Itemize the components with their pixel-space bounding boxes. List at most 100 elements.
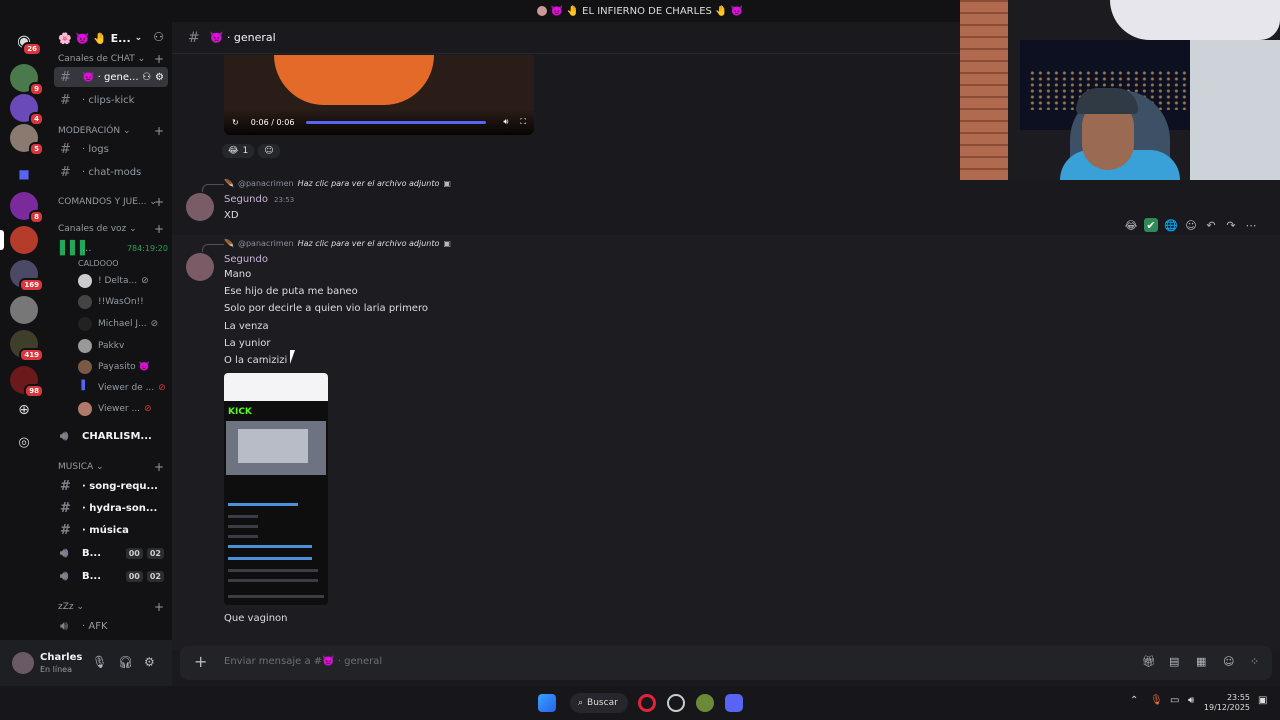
- voice-user[interactable]: Pakkv: [78, 337, 124, 355]
- replay-icon[interactable]: ↻: [232, 118, 239, 127]
- webcam-overlay: [960, 0, 1280, 180]
- category-zzz[interactable]: zZz ⌄: [58, 602, 84, 612]
- server-icon[interactable]: 419: [10, 330, 44, 362]
- category-chat[interactable]: Canales de CHAT ⌄: [58, 54, 145, 64]
- notification-icon[interactable]: ▣: [1258, 695, 1267, 706]
- image-attachment[interactable]: KICK: [224, 373, 328, 605]
- more-icon[interactable]: ⋯: [1244, 218, 1258, 232]
- attach-plus-icon[interactable]: +: [194, 652, 207, 671]
- voice-user[interactable]: Viewer ... ⊘: [78, 400, 152, 418]
- opera-icon[interactable]: [638, 694, 656, 712]
- avatar[interactable]: [12, 652, 34, 674]
- category-comandos[interactable]: COMANDOS Y JUE... ⌄: [58, 197, 157, 207]
- voice-user[interactable]: CALDOOO: [78, 254, 119, 272]
- server-icon-active[interactable]: [0, 226, 38, 254]
- apps-icon[interactable]: ⁘: [1250, 655, 1259, 668]
- category-musica[interactable]: MUSICA ⌄: [58, 462, 104, 472]
- discover-icon[interactable]: ◎: [10, 428, 38, 456]
- message-author[interactable]: Segundo 23:53: [224, 194, 294, 205]
- message-text: La yunior: [224, 338, 271, 349]
- avatar: [78, 360, 92, 374]
- message-text: O la camizizi: [224, 355, 288, 366]
- message-input[interactable]: Enviar mensaje a #👿 · general: [224, 656, 382, 667]
- check-emoji-icon[interactable]: ✔: [1144, 218, 1158, 232]
- steam-icon[interactable]: [667, 694, 685, 712]
- fullscreen-icon[interactable]: ⛶: [520, 117, 526, 127]
- channel-musica[interactable]: # · música: [54, 520, 168, 540]
- gift-icon[interactable]: 🎁︎: [1142, 655, 1156, 668]
- server-icon[interactable]: 169: [10, 260, 44, 292]
- channel-clips-kick[interactable]: # · clips-kick: [54, 90, 168, 110]
- channel-hydra-songs[interactable]: # · hydra-son...: [54, 498, 168, 518]
- add-channel-icon[interactable]: +: [154, 223, 164, 235]
- voice-user[interactable]: Michael J... ⊘: [78, 315, 158, 333]
- xbox-icon[interactable]: [696, 694, 714, 712]
- channel-general[interactable]: # 👿 · gene... ⚇ ⚙: [54, 67, 168, 87]
- server-icon[interactable]: 5: [10, 124, 44, 156]
- voice-user[interactable]: ▌ Viewer de ... ⊘: [78, 379, 166, 397]
- channel-song-requests[interactable]: # · song-requ...: [54, 476, 168, 496]
- avatar[interactable]: [186, 253, 214, 281]
- add-channel-icon[interactable]: +: [154, 125, 164, 137]
- add-user-icon[interactable]: ⚇: [153, 30, 164, 44]
- video-progress-bar[interactable]: [306, 121, 486, 124]
- reply-icon[interactable]: ↶: [1204, 218, 1218, 232]
- voice-user[interactable]: !!WasOn!!: [78, 293, 144, 311]
- server-icon[interactable]: 4: [10, 94, 44, 126]
- reply-preview[interactable]: 🪶 @panacrimen Haz clic para ver el archi…: [224, 239, 451, 248]
- server-icon[interactable]: 8: [10, 192, 44, 224]
- voice-user[interactable]: Payasito 👿: [78, 358, 150, 376]
- add-reaction-icon[interactable]: ☺: [1184, 218, 1198, 232]
- windows-start-icon[interactable]: [538, 694, 556, 712]
- server-icon[interactable]: [10, 296, 38, 324]
- add-channel-icon[interactable]: +: [154, 196, 164, 208]
- add-server-icon[interactable]: ⊕: [10, 396, 38, 424]
- chevron-up-icon[interactable]: ⌃: [1130, 695, 1138, 706]
- speaker-icon: 🔊︎: [60, 618, 69, 634]
- voice-user[interactable]: ! Delta... ⊘: [78, 272, 149, 290]
- add-channel-icon[interactable]: +: [154, 461, 164, 473]
- add-channel-icon[interactable]: +: [154, 601, 164, 613]
- microphone-icon[interactable]: 🎙︎: [1150, 695, 1163, 706]
- category-voz[interactable]: Canales de voz ⌄: [58, 224, 137, 234]
- emoji-icon[interactable]: ☺: [1223, 655, 1234, 668]
- avatar[interactable]: [186, 193, 214, 221]
- video-attachment[interactable]: ↻ 0:06 / 0:06 🔊︎ ⛶: [224, 55, 534, 135]
- add-reaction-icon[interactable]: ☺: [258, 144, 280, 158]
- gear-icon[interactable]: ⚙: [144, 655, 155, 669]
- channel-chat-mods[interactable]: # · chat-mods: [54, 162, 168, 182]
- discord-home-icon[interactable]: ◉ 26: [10, 26, 42, 56]
- gif-icon[interactable]: ▤: [1169, 655, 1179, 668]
- message-author[interactable]: Segundo: [224, 254, 268, 265]
- headphones-icon[interactable]: 🎧︎: [118, 655, 133, 669]
- discord-icon[interactable]: [725, 694, 743, 712]
- channel-title: 👿 · general: [209, 31, 276, 44]
- guild-header[interactable]: 🌸 👿 🤚 E... ⌄ ⚇: [48, 22, 172, 54]
- add-channel-icon[interactable]: +: [154, 53, 164, 65]
- volume-icon[interactable]: 🔊︎: [1188, 695, 1194, 706]
- category-moderacion[interactable]: MODERACIÓN ⌄: [58, 126, 131, 136]
- microphone-icon[interactable]: 🎙︎: [92, 655, 107, 669]
- reply-preview[interactable]: 🪶 @panacrimen Haz clic para ver el archi…: [224, 179, 451, 188]
- folder-icon[interactable]: ■: [10, 160, 38, 188]
- voice-channel-b2[interactable]: 🔊︎ B... 00 02: [54, 566, 168, 586]
- reaction-pill[interactable]: 😂 1: [222, 144, 255, 158]
- voice-channel-b1[interactable]: 🔊︎ B... 00 02: [54, 543, 168, 563]
- laughing-emoji-icon[interactable]: 😂: [1124, 218, 1138, 232]
- voice-channel-afk[interactable]: 🔊︎ · AFK: [54, 616, 168, 636]
- network-icon[interactable]: ▭: [1170, 695, 1179, 706]
- server-icon[interactable]: 9: [10, 64, 44, 96]
- volume-icon[interactable]: 🔊︎: [503, 117, 508, 127]
- gear-icon[interactable]: ⚙: [155, 72, 164, 83]
- forward-icon[interactable]: ↷: [1224, 218, 1238, 232]
- system-clock[interactable]: 23:55 19/12/2025: [1204, 693, 1250, 713]
- invite-icon[interactable]: ⚇: [142, 72, 151, 83]
- sticker-icon[interactable]: ▦: [1196, 655, 1206, 668]
- globe-emoji-icon[interactable]: 🌐: [1164, 218, 1178, 232]
- taskbar-search[interactable]: ⌕ Buscar: [570, 693, 628, 713]
- server-icon[interactable]: 98: [10, 366, 44, 398]
- voice-channel-charlism[interactable]: 🔊︎ CHARLISM...: [54, 426, 168, 446]
- channel-logs[interactable]: # · logs: [54, 139, 168, 159]
- kick-logo: KICK: [228, 407, 252, 417]
- message-composer[interactable]: + Enviar mensaje a #👿 · general 🎁︎ ▤ ▦ ☺…: [180, 646, 1272, 680]
